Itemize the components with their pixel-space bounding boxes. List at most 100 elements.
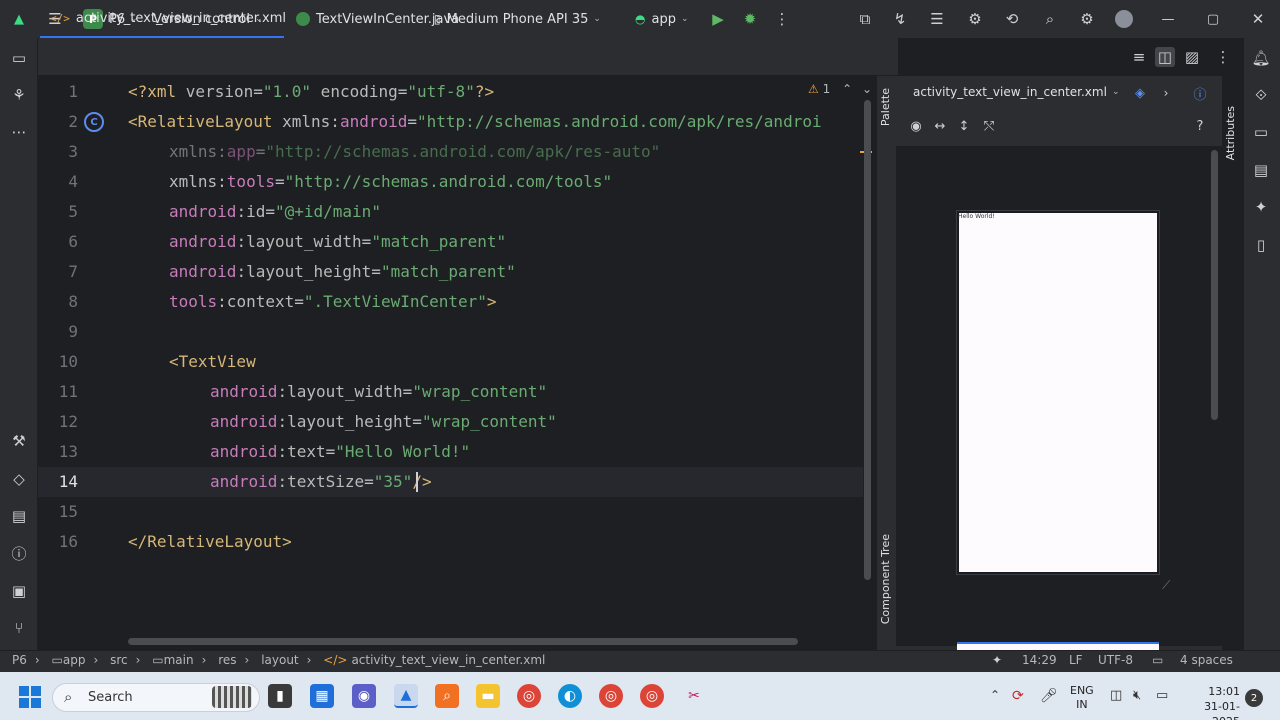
battery-icon[interactable]: ▭ [1156, 688, 1168, 703]
help-icon[interactable]: ? [1190, 116, 1210, 136]
editor-horizontal-scrollbar[interactable] [128, 638, 798, 645]
more-tool-windows-icon[interactable]: ⋯ [9, 122, 29, 142]
tab-more-icon[interactable]: ⋮ [1213, 47, 1233, 67]
close-window-icon[interactable]: ✕ [1248, 9, 1268, 29]
breadcrumb-item[interactable]: src [110, 653, 128, 667]
code-view-icon[interactable]: ≡ [1129, 47, 1149, 67]
maximize-window-icon[interactable]: ▢ [1203, 9, 1223, 29]
breadcrumb-item[interactable]: layout [261, 653, 298, 667]
gemini-icon[interactable]: ✦ [1251, 197, 1271, 217]
chrome-icon[interactable]: ◎ [517, 684, 541, 708]
run-config-selector[interactable]: ◓ app ⌄ [635, 0, 689, 38]
layout-file-selector[interactable]: activity_text_view_in_center.xml ⌄ [913, 85, 1119, 99]
show-hidden-icons-chevron-icon[interactable]: ⌃ [990, 688, 1000, 702]
search-icon[interactable]: ⌕ [1040, 9, 1060, 29]
sdk-manager-icon[interactable]: ⚙ [965, 9, 985, 29]
profiler-icon[interactable]: ⟲ [1002, 9, 1022, 29]
git-icon[interactable]: ⑂ [9, 618, 29, 638]
view-options-eye-icon[interactable]: ◉ [906, 116, 926, 136]
readonly-toggle-icon[interactable]: ▭ [1152, 650, 1163, 672]
blueprint-preview[interactable] [957, 642, 1159, 650]
volume-muted-icon[interactable]: 🔇︎ [1133, 688, 1141, 703]
indent-setting[interactable]: 4 spaces [1180, 650, 1233, 672]
breadcrumb-item[interactable]: activity_text_view_in_center.xml [351, 653, 545, 667]
emulator-icon[interactable]: ▯ [1251, 235, 1271, 255]
horizontal-resize-icon[interactable]: ↔ [930, 116, 950, 136]
chevron-down-icon[interactable]: ⌄ [862, 82, 872, 96]
phone-preview[interactable] [957, 211, 1159, 574]
code-line-1[interactable]: <?xml version="1.0" encoding="utf-8"?> [128, 77, 494, 107]
design-vertical-scrollbar[interactable] [1211, 150, 1218, 420]
code-line-8[interactable]: tools:context=".TextViewInCenter"> [169, 287, 497, 317]
task-view-icon[interactable]: ▮ [268, 684, 292, 708]
code-line-12[interactable]: android:layout_height="wrap_content" [210, 407, 557, 437]
snipping-tool-icon[interactable]: ✂ [682, 684, 706, 708]
clear-constraints-icon[interactable]: ⤲ [979, 116, 999, 136]
code-line-10[interactable]: <TextView [169, 347, 256, 377]
breadcrumb-item[interactable]: main [164, 653, 194, 667]
code-line-13[interactable]: android:text="Hello World!" [210, 437, 470, 467]
tab-activity-xml[interactable]: </> activity_text_view_in_center.xml × [40, 0, 307, 38]
code-line-7[interactable]: android:layout_height="match_parent" [169, 257, 516, 287]
component-tree-panel-label[interactable]: Component Tree [879, 534, 892, 624]
language-indicator[interactable]: ENG IN [1070, 684, 1094, 712]
info-icon[interactable]: ⓘ [1190, 83, 1210, 103]
apply-changes-icon[interactable]: ↯ [890, 9, 910, 29]
widgets-icon[interactable]: ▦ [310, 684, 334, 708]
code-line-4[interactable]: xmlns:tools="http://schemas.android.com/… [169, 167, 612, 197]
run-icon[interactable]: ▶ [708, 9, 728, 29]
class-gutter-icon[interactable]: C [84, 112, 104, 132]
warning-indicator[interactable]: ⚠ 1 ⌃ ⌄ [808, 82, 872, 96]
problems-icon[interactable]: ⓘ [9, 543, 29, 563]
project-view-folder-icon[interactable]: ▭ [9, 48, 29, 68]
code-line-3[interactable]: xmlns:app="http://schemas.android.com/ap… [169, 137, 660, 167]
device-explorer-icon[interactable]: ▤ [1251, 160, 1271, 180]
settings-gear-icon[interactable]: ⚙ [1077, 9, 1097, 29]
file-encoding[interactable]: UTF-8 [1098, 650, 1133, 672]
app-quality-icon[interactable]: ◇ [9, 469, 29, 489]
code-line-16[interactable]: </RelativeLayout> [128, 527, 292, 557]
build-hammer-icon[interactable]: ⚒ [9, 431, 29, 451]
code-line-11[interactable]: android:layout_width="wrap_content" [210, 377, 547, 407]
code-line-6[interactable]: android:layout_width="match_parent" [169, 227, 506, 257]
code-line-2[interactable]: <RelativeLayout xmlns:android="http://sc… [128, 107, 873, 137]
debug-icon[interactable]: ✹ [740, 9, 760, 29]
logcat-icon[interactable]: ▤ [9, 506, 29, 526]
design-view-icon[interactable]: ▨ [1182, 47, 1202, 67]
notification-badge[interactable]: 2 [1245, 689, 1263, 707]
palette-panel-label[interactable]: Palette [879, 88, 892, 126]
code-line-5[interactable]: android:id="@+id/main" [169, 197, 381, 227]
terminal-icon[interactable]: ▣ [9, 581, 29, 601]
android-studio-taskbar-icon[interactable]: ▲ [394, 684, 418, 708]
line-separator[interactable]: LF [1069, 650, 1083, 672]
account-avatar-icon[interactable] [1114, 9, 1134, 29]
split-view-icon[interactable]: ◫ [1155, 47, 1175, 67]
device-manager-icon[interactable]: ⧉ [855, 9, 875, 29]
file-explorer-icon[interactable]: ▬ [476, 684, 500, 708]
chrome-profile-icon[interactable]: ◎ [599, 684, 623, 708]
chrome-profile-2-icon[interactable]: ◎ [640, 684, 664, 708]
design-surface-icon[interactable]: ◈ [1130, 83, 1150, 103]
attributes-panel-label[interactable]: Attributes [1224, 106, 1237, 160]
tab-textview-java[interactable]: TextViewInCenter.java [296, 0, 459, 38]
gradle-icon[interactable]: ⟐ [1251, 85, 1271, 105]
gradle-sync-icon[interactable]: ☰ [927, 9, 947, 29]
ai-status-icon[interactable]: ✦ [992, 650, 1002, 672]
notifications-icon[interactable]: 🔔︎ [1251, 48, 1271, 68]
resize-handle-icon[interactable]: ⟋ [1162, 578, 1178, 594]
breadcrumb-item[interactable]: P6 [12, 653, 27, 667]
wifi-icon[interactable]: ◫ [1110, 688, 1122, 703]
teams-icon[interactable]: ◉ [352, 684, 376, 708]
resource-manager-icon[interactable]: ⚘ [9, 85, 29, 105]
editor-vertical-scrollbar[interactable] [864, 100, 871, 580]
more-actions-icon[interactable]: ⋮ [772, 9, 792, 29]
caret-position[interactable]: 14:29 [1022, 650, 1057, 672]
breadcrumb-item[interactable]: res [218, 653, 236, 667]
breadcrumb-item[interactable]: app [63, 653, 86, 667]
edge-icon[interactable]: ◐ [558, 684, 582, 708]
chevron-right-icon[interactable]: › [1156, 83, 1176, 103]
screen-recorder-icon[interactable]: ⌕ [435, 684, 459, 708]
code-line-14[interactable]: android:textSize="35"/> [210, 467, 432, 497]
windows-start-icon[interactable] [19, 686, 41, 708]
sync-status-icon[interactable]: ⟳ [1012, 688, 1024, 704]
